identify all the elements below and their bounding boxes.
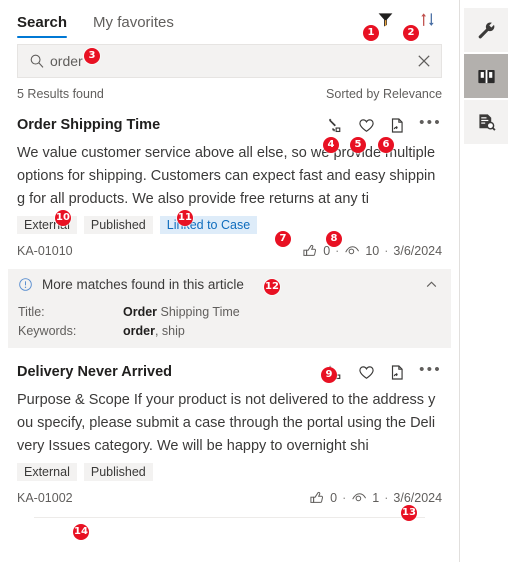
rail-item-knowledge[interactable]: [464, 54, 509, 98]
match-row: Title: Order Shipping Time: [8, 300, 451, 319]
annotation-badge-6: 6: [378, 137, 394, 153]
more-options-icon[interactable]: •••: [419, 362, 442, 379]
result-title-link[interactable]: Order Shipping Time: [17, 115, 160, 135]
result-stats: 0 · 10 · 3/6/2024: [302, 243, 442, 259]
like-icon[interactable]: [302, 243, 318, 259]
tag-external: External: [17, 463, 77, 481]
rail-item-document-search[interactable]: [464, 100, 509, 144]
clear-search-icon[interactable]: [407, 52, 441, 70]
like-icon[interactable]: [309, 490, 325, 506]
annotation-badge-5: 5: [350, 137, 366, 153]
more-options-icon[interactable]: •••: [419, 115, 442, 132]
result-footer: KA-01002 0 · 1 · 3/6/2024: [17, 490, 442, 506]
annotation-badge-4: 4: [323, 137, 339, 153]
views-icon: [344, 243, 360, 259]
copy-link-icon[interactable]: [388, 363, 406, 381]
annotation-badge-10: 10: [55, 210, 71, 226]
tag-linked-to-case: Linked to Case: [159, 216, 258, 234]
right-rail: [459, 0, 512, 562]
filter-icon[interactable]: [375, 9, 395, 29]
annotation-badge-11: 11: [177, 210, 193, 226]
results-meta: 5 Results found Sorted by Relevance: [17, 87, 442, 101]
kb-article-number[interactable]: KA-01010: [17, 244, 73, 258]
result-actions: •••: [326, 362, 442, 381]
annotation-badge-9: 9: [321, 367, 337, 383]
match-highlight: order: [123, 324, 155, 338]
modified-date: 3/6/2024: [393, 491, 443, 505]
heart-icon[interactable]: [357, 116, 375, 134]
kb-article-number[interactable]: KA-01002: [17, 491, 73, 505]
result-title-link[interactable]: Delivery Never Arrived: [17, 362, 172, 382]
search-icon: [24, 53, 50, 69]
match-field-label: Title:: [18, 305, 45, 319]
stat-separator: ·: [342, 491, 347, 505]
annotation-badge-12: 12: [264, 279, 280, 295]
modified-date: 3/6/2024: [393, 244, 443, 258]
tab-my-favorites[interactable]: My favorites: [93, 14, 174, 38]
stat-separator: ·: [384, 244, 389, 258]
view-count: 1: [372, 491, 380, 505]
knowledge-search-panel: Search My favorites order 5 Results foun…: [0, 0, 512, 562]
result-snippet: We value customer service above all else…: [17, 145, 436, 207]
search-input[interactable]: order: [50, 54, 407, 68]
annotation-badge-8: 8: [326, 231, 342, 247]
main-content: Search My favorites order 5 Results foun…: [0, 0, 460, 562]
match-field-value: Order Shipping Time: [123, 305, 240, 319]
views-icon: [351, 490, 367, 506]
heart-icon[interactable]: [357, 363, 375, 381]
more-matches-panel: More matches found in this article Title…: [8, 269, 452, 348]
result-stats: 0 · 1 · 3/6/2024: [309, 490, 442, 506]
search-result-item: Order Shipping Time ••• We value custome…: [0, 115, 459, 259]
match-field-label: Keywords:: [18, 324, 77, 338]
like-count: 0: [323, 244, 331, 258]
tag-published: Published: [83, 216, 153, 234]
stat-separator: ·: [384, 491, 389, 505]
match-rest: , ship: [154, 324, 185, 338]
annotation-badge-14: 14: [73, 524, 89, 540]
result-footer: KA-01010 0 · 10 · 3/6/2024: [17, 243, 442, 259]
result-tags: External Published: [17, 463, 442, 481]
result-tags: External Published Linked to Case: [17, 216, 442, 234]
result-header: Delivery Never Arrived •••: [17, 362, 442, 382]
search-result-item: Delivery Never Arrived ••• Purpose & Sco…: [0, 362, 459, 518]
result-header: Order Shipping Time •••: [17, 115, 442, 135]
more-matches-header[interactable]: More matches found in this article: [8, 269, 451, 300]
annotation-badge-7: 7: [275, 231, 291, 247]
match-rest: Shipping Time: [157, 305, 240, 319]
result-snippet: Purpose & Scope If your product is not d…: [17, 392, 436, 454]
result-divider: [34, 517, 426, 518]
annotation-badge-13: 13: [401, 505, 417, 521]
annotation-badge-1: 1: [363, 25, 379, 41]
search-box[interactable]: order: [17, 44, 443, 78]
tag-published: Published: [83, 463, 153, 481]
annotation-badge-3: 3: [84, 48, 100, 64]
unlink-icon[interactable]: [326, 116, 344, 134]
copy-link-icon[interactable]: [388, 116, 406, 134]
view-count: 10: [365, 244, 380, 258]
result-actions: •••: [326, 115, 442, 134]
results-count: 5 Results found: [17, 87, 104, 101]
more-matches-title: More matches found in this article: [42, 277, 244, 292]
match-row: Keywords: order, ship: [8, 319, 451, 338]
tab-search[interactable]: Search: [17, 14, 68, 38]
chevron-up-icon[interactable]: [421, 277, 441, 292]
match-field-value: order, ship: [123, 324, 185, 338]
like-count: 0: [330, 491, 338, 505]
info-icon: [18, 277, 33, 292]
rail-item-tools[interactable]: [464, 8, 509, 52]
sorted-by-label[interactable]: Sorted by Relevance: [326, 87, 442, 101]
annotation-badge-2: 2: [403, 25, 419, 41]
match-highlight: Order: [123, 305, 158, 319]
sort-icon[interactable]: [417, 9, 437, 29]
